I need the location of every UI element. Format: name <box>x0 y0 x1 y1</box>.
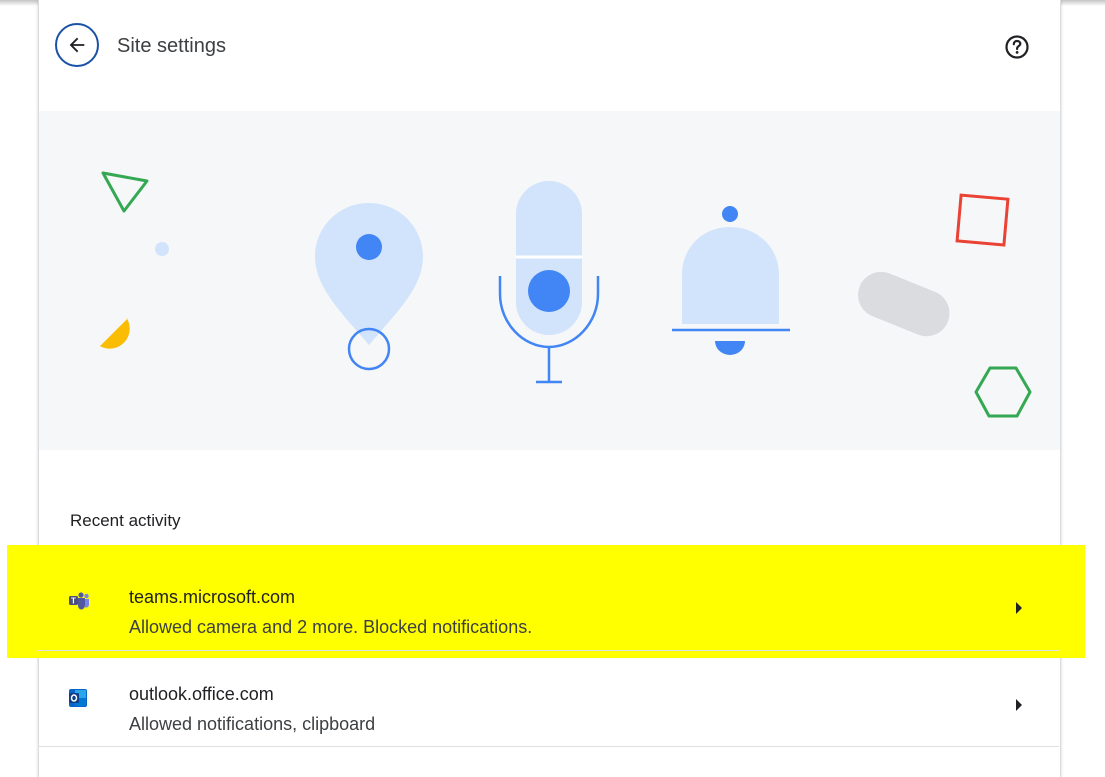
arrow-left-icon <box>69 37 85 53</box>
help-button[interactable] <box>1002 32 1032 62</box>
back-button[interactable] <box>55 23 99 67</box>
square-shape <box>955 193 1010 247</box>
hero-illustration <box>39 111 1060 450</box>
microphone-icon <box>498 181 600 384</box>
pill-shape <box>858 271 950 337</box>
help-circle-icon <box>1005 35 1029 59</box>
permissions-illustration <box>99 171 1032 418</box>
half-circle-shape <box>99 317 130 349</box>
recent-activity-row-outlook[interactable]: outlook.office.com Allowed notifications… <box>38 650 1059 745</box>
teams-favicon: T <box>69 592 89 610</box>
recent-activity-heading: Recent activity <box>70 511 181 530</box>
site-name: teams.microsoft.com <box>129 587 296 607</box>
arrow-right-icon <box>1016 602 1022 614</box>
row-divider <box>38 746 1059 747</box>
triangle-shape <box>101 171 149 213</box>
location-pin-icon <box>315 203 423 371</box>
arrow-right-icon <box>1016 699 1022 711</box>
site-name: outlook.office.com <box>129 684 274 704</box>
hexagon-shape <box>974 366 1032 418</box>
header: Site settings <box>39 0 1060 100</box>
site-permissions-summary: Allowed notifications, clipboard <box>129 714 376 734</box>
page-title: Site settings <box>117 35 226 57</box>
svg-text:T: T <box>71 597 76 606</box>
outlook-favicon <box>69 689 87 707</box>
dot-shape <box>155 242 169 256</box>
bell-icon <box>672 206 790 355</box>
recent-activity-row-teams[interactable]: T teams.microsoft.com Allowed camera and… <box>38 553 1059 648</box>
site-permissions-summary: Allowed camera and 2 more. Blocked notif… <box>129 617 533 637</box>
